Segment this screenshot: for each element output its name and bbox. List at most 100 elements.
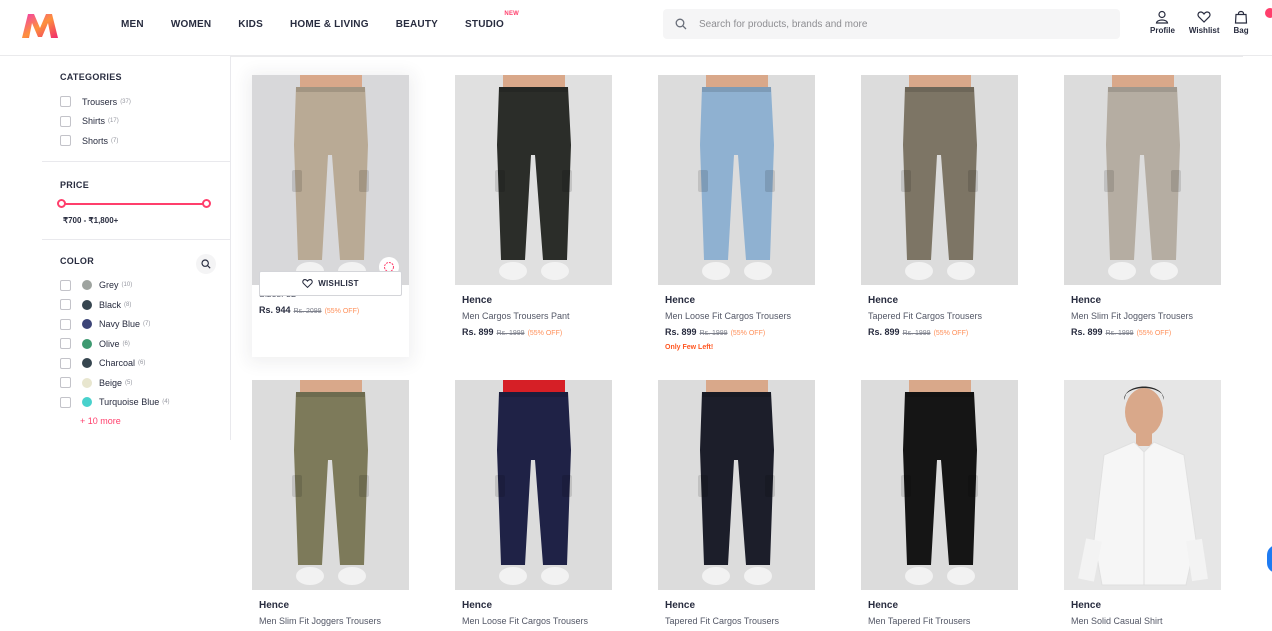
bag-button[interactable]: Bag	[1234, 10, 1249, 35]
product-price-row: Rs. 899 Rs. 1999 (55% OFF)	[665, 327, 815, 337]
product-image[interactable]	[658, 380, 815, 590]
product-image[interactable]	[252, 75, 409, 285]
product-card[interactable]: Hence Men Loose Fit Cargos Trousers Rs. 89…	[658, 75, 815, 351]
profile-icon	[1156, 10, 1169, 24]
color-option[interactable]: Beige (5)	[60, 373, 230, 393]
product-card[interactable]: Hence Men Loose Fit Cargos Trousers	[455, 380, 612, 626]
option-label: Shirts	[82, 116, 106, 127]
price-slider-max-thumb[interactable]	[202, 198, 211, 208]
search-icon[interactable]	[663, 9, 699, 39]
product-image[interactable]	[455, 75, 612, 285]
option-count: (10)	[121, 282, 133, 289]
nav-women[interactable]: WOMEN	[171, 19, 211, 30]
color-swatch	[82, 397, 92, 408]
heart-icon	[302, 279, 313, 289]
nav-beauty[interactable]: BEAUTY	[396, 19, 438, 30]
more-colors-link[interactable]: + 10 more	[80, 416, 230, 426]
product-image[interactable]	[1064, 380, 1221, 590]
option-label: Black	[99, 299, 122, 310]
product-card[interactable]: Hence Men Slim Fit Joggers Trousers	[252, 380, 409, 626]
color-swatch	[82, 377, 92, 388]
product-image[interactable]	[861, 380, 1018, 590]
product-card[interactable]: Hence Men Tapered Fit Trousers	[861, 380, 1018, 626]
category-option[interactable]: Shorts (7)	[60, 131, 230, 151]
option-label: Olive	[99, 338, 120, 349]
product-image[interactable]	[252, 380, 409, 590]
color-option[interactable]: Turquoise Blue (4)	[60, 393, 230, 413]
color-swatch	[82, 338, 92, 349]
option-count: (6)	[138, 360, 146, 367]
checkbox[interactable]	[60, 299, 71, 311]
price-slider[interactable]	[57, 197, 211, 211]
color-option[interactable]: Grey (10)	[60, 276, 230, 296]
price-slider-min-thumb[interactable]	[57, 198, 66, 208]
product-price: Rs. 899	[868, 327, 900, 337]
option-label: Turquoise Blue	[99, 397, 160, 408]
product-discount: (55% OFF)	[730, 330, 766, 337]
nav-kids[interactable]: KIDS	[238, 19, 263, 30]
header: MEN WOMEN KIDS HOME & LIVING BEAUTY STUD…	[0, 0, 1272, 56]
wishlist-button[interactable]: WISHLIST	[259, 271, 402, 296]
checkbox[interactable]	[60, 279, 71, 291]
categories-filter: CATEGORIES Trousers (37) Shirts (17) Shorts(…	[42, 56, 230, 162]
checkbox[interactable]	[60, 115, 71, 127]
product-brand: Hence	[462, 295, 493, 306]
checkbox[interactable]	[60, 377, 71, 389]
product-card[interactable]: Hence Men Solid Casual Shirt	[1064, 380, 1221, 626]
nav-studio[interactable]: STUDIO NEW	[465, 11, 519, 30]
profile-button[interactable]: Profile	[1150, 10, 1175, 35]
option-count: (6)	[122, 340, 130, 347]
checkbox[interactable]	[60, 338, 71, 350]
product-image[interactable]	[455, 380, 612, 590]
product-price: Rs. 944	[259, 305, 291, 315]
search-bar[interactable]	[663, 9, 1120, 39]
myntra-logo[interactable]	[20, 11, 60, 41]
category-option[interactable]: Shirts (17)	[60, 112, 230, 132]
new-badge: NEW	[504, 10, 520, 17]
product-image[interactable]	[861, 75, 1018, 285]
color-option[interactable]: Black (8)	[60, 295, 230, 315]
checkbox[interactable]	[60, 396, 71, 408]
color-option[interactable]: Navy Blue (7)	[60, 315, 230, 335]
option-count: (17)	[108, 118, 119, 125]
color-search-icon[interactable]	[196, 253, 216, 274]
option-count: (8)	[124, 301, 132, 308]
checkbox[interactable]	[60, 318, 71, 330]
product-name: Men Tapered Fit Trousers	[868, 616, 971, 626]
wishlist-button[interactable]: Wishlist	[1189, 10, 1220, 35]
option-label: Charcoal	[99, 358, 136, 369]
nav-men[interactable]: MEN	[121, 19, 144, 30]
product-mrp: Rs. 1999	[496, 330, 525, 337]
product-card[interactable]: Hence Tapered Fit Cargos Trousers Rs. 899 R…	[861, 75, 1018, 337]
product-brand: Hence	[665, 600, 696, 611]
option-count: (5)	[125, 379, 133, 386]
heart-icon	[1197, 11, 1211, 23]
nav-home-living[interactable]: HOME & LIVING	[290, 19, 369, 30]
color-option[interactable]: Olive (6)	[60, 334, 230, 354]
filters-sidebar: CATEGORIES Trousers (37) Shirts (17) Shorts(…	[42, 56, 231, 440]
product-image[interactable]	[658, 75, 815, 285]
search-input[interactable]	[699, 18, 1099, 30]
option-count: (4)	[162, 399, 170, 406]
product-card[interactable]: WISHLISTHenceSizes: 32Rs. 944Rs. 2099(55…	[252, 75, 409, 315]
category-option[interactable]: Trousers (37)	[60, 92, 230, 112]
product-price-row: Rs. 899 Rs. 1999 (55% OFF)	[1071, 327, 1221, 337]
product-card[interactable]: Hence Men Slim Fit Joggers Trousers Rs. 89…	[1064, 75, 1221, 337]
checkbox[interactable]	[60, 357, 71, 369]
color-option[interactable]: Charcoal (6)	[60, 354, 230, 374]
checkbox[interactable]	[60, 96, 71, 108]
checkbox[interactable]	[60, 135, 71, 147]
color-swatch	[82, 319, 92, 330]
product-image[interactable]	[1064, 75, 1221, 285]
product-price-row: Rs. 899 Rs. 1999 (55% OFF)	[868, 327, 1018, 337]
bag-icon	[1234, 10, 1248, 24]
chat-button[interactable]	[1267, 545, 1272, 573]
product-brand: Hence	[665, 295, 696, 306]
product-card[interactable]: Hence Tapered Fit Cargos Trousers	[658, 380, 815, 626]
product-discount: (55% OFF)	[324, 308, 360, 315]
filter-title: CATEGORIES	[60, 72, 122, 82]
option-count: (37)	[120, 98, 131, 105]
product-brand: Hence	[259, 600, 290, 611]
price-filter: PRICE ₹700 - ₹1,800+	[42, 162, 230, 240]
product-card[interactable]: Hence Men Cargos Trousers Pant Rs. 899 Rs. …	[455, 75, 612, 337]
